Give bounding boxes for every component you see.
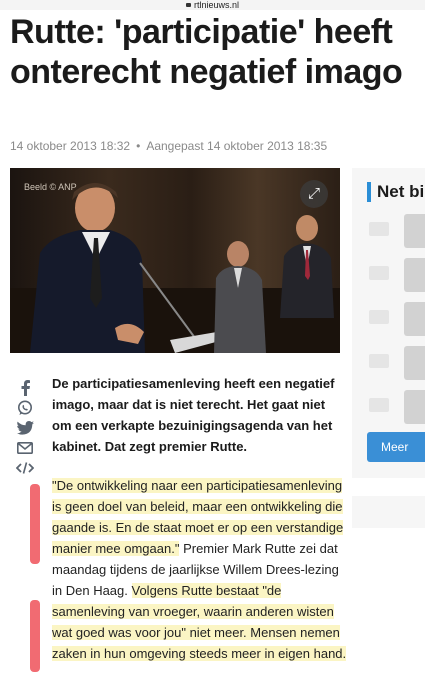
url-text: rtlnieuws.nl: [193, 0, 240, 10]
sidebar-item-image[interactable]: [404, 258, 425, 292]
sidebar-item-thumb: [369, 310, 389, 324]
lock-icon: [185, 2, 191, 7]
sidebar-title: Net bi: [367, 182, 424, 202]
sidebar-net-binnen: Net bi Meer: [352, 168, 425, 673]
sidebar-item-image[interactable]: [404, 302, 425, 336]
browser-url-bar[interactable]: rtlnieuws.nl: [0, 0, 425, 10]
twitter-icon[interactable]: [14, 421, 36, 437]
facebook-icon[interactable]: [14, 380, 36, 396]
article-title: Rutte: 'participatie' heeft onterecht ne…: [10, 13, 403, 91]
sidebar-divider: [352, 478, 425, 496]
sidebar-item-image[interactable]: [404, 214, 425, 248]
sidebar-item-thumb: [369, 222, 389, 236]
article-photo[interactable]: Beeld © ANP ⤢: [10, 168, 340, 353]
published-date: 14 oktober 2013 18:32: [10, 139, 131, 153]
more-button[interactable]: Meer: [367, 432, 425, 462]
updated-date: Aangepast 14 oktober 2013 18:35: [146, 139, 328, 153]
photo-credit: Beeld © ANP: [24, 182, 77, 192]
expand-icon[interactable]: ⤢: [300, 180, 328, 208]
article-lead: De participatiesamenleving heeft een neg…: [52, 376, 335, 454]
embed-icon[interactable]: [14, 462, 36, 478]
sidebar-item-thumb: [369, 354, 389, 368]
mail-icon[interactable]: [14, 442, 36, 458]
annotation-marker: [30, 484, 40, 564]
article-meta: 14 oktober 2013 18:32 • Aangepast 14 oktob…: [10, 139, 327, 153]
sidebar-item-image[interactable]: [404, 346, 425, 380]
photo-scene: [10, 183, 340, 353]
separator-dot: •: [136, 139, 141, 153]
sidebar-item-image[interactable]: [404, 390, 425, 424]
sidebar-divider: [352, 528, 425, 673]
whatsapp-icon[interactable]: [14, 400, 36, 416]
sidebar-item-thumb: [369, 266, 389, 280]
sidebar-item-thumb: [369, 398, 389, 412]
article-body: "De ontwikkeling naar een participatiesa…: [52, 475, 347, 664]
annotation-marker: [30, 600, 40, 672]
